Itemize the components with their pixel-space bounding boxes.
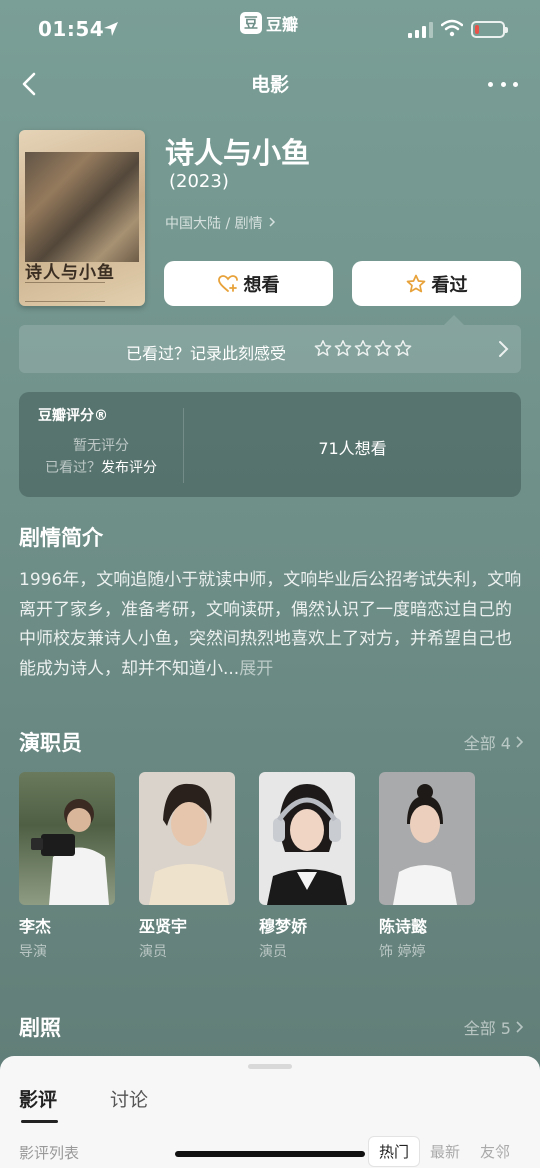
cast-photo	[19, 772, 115, 905]
douban-rating-card: 豆瓣评分® 暂无评分 已看过？发布评分 71人想看	[19, 392, 521, 497]
sheet-drag-handle[interactable]	[248, 1064, 292, 1069]
tab-indicator	[21, 1120, 58, 1123]
portrait-icon	[267, 784, 347, 905]
cast-member[interactable]: 巫贤宇 演员	[139, 772, 235, 961]
location-arrow-icon	[104, 22, 118, 36]
cast-photo	[379, 772, 475, 905]
wifi-icon	[441, 19, 463, 37]
watched-button[interactable]: 看过	[352, 261, 521, 306]
cast-name: 陈诗懿	[379, 917, 428, 936]
star-empty-icon[interactable]	[334, 339, 352, 357]
rate-prompt-text: 已看过？记录此刻感受	[126, 344, 287, 363]
sort-latest[interactable]: 最新	[420, 1137, 470, 1166]
rating-card-title: 豆瓣评分®	[38, 408, 108, 424]
stills-see-all-link[interactable]: 全部 5	[464, 1015, 524, 1039]
douban-logo-icon: 豆	[240, 12, 262, 34]
sort-hot[interactable]: 热门	[367, 1136, 420, 1167]
cast-member[interactable]: 陈诗懿 饰 婷婷	[379, 772, 475, 961]
movie-title: 诗人与小鱼	[165, 136, 311, 170]
cast-heading: 演职员	[19, 731, 82, 755]
nav-bar: 电影	[0, 60, 540, 108]
poster-photo	[25, 152, 139, 262]
cast-member[interactable]: 李杰 导演	[19, 772, 115, 961]
battery-icon	[471, 21, 508, 38]
star-empty-icon[interactable]	[354, 339, 372, 357]
battery-level	[475, 25, 479, 34]
portrait-icon	[393, 784, 457, 905]
star-empty-icon[interactable]	[394, 339, 412, 357]
star-empty-icon[interactable]	[374, 339, 392, 357]
want-to-watch-button[interactable]: 想看	[164, 261, 333, 306]
cast-role: 饰 婷婷	[379, 944, 426, 960]
tab-discussion[interactable]: 讨论	[110, 1085, 148, 1112]
publish-rating-link[interactable]: 发布评分	[101, 460, 157, 476]
heart-plus-icon	[217, 274, 238, 292]
cast-name: 李杰	[19, 917, 52, 936]
rate-prompt-bar[interactable]: 已看过？记录此刻感受	[19, 315, 521, 373]
tab-reviews[interactable]: 影评	[19, 1085, 57, 1112]
chevron-right-icon	[499, 341, 509, 357]
cast-see-all-link[interactable]: 全部 4	[464, 730, 524, 754]
poster-credits	[25, 282, 105, 302]
movie-meta-link[interactable]: 中国大陆 / 剧情	[165, 213, 277, 233]
cellular-signal-icon	[408, 22, 433, 38]
poster-title-text: 诗人与小鱼	[25, 263, 115, 283]
person-with-camera-icon	[31, 799, 109, 905]
more-options-icon[interactable]	[488, 72, 518, 96]
no-rating-text: 暂无评分	[73, 438, 129, 454]
review-list-label: 影评列表	[19, 1144, 80, 1162]
page-title: 电影	[250, 74, 289, 96]
home-indicator	[175, 1151, 365, 1157]
sort-selector[interactable]: 热门 最新 友邻	[367, 1136, 520, 1167]
status-bar: 01:54 豆 豆瓣	[0, 0, 540, 60]
cast-member[interactable]: 穆梦娇 演员	[259, 772, 355, 961]
sort-friends[interactable]: 友邻	[470, 1137, 520, 1166]
chevron-right-icon	[516, 736, 524, 748]
watched-label: 看过	[431, 274, 468, 296]
want-count: 71人想看	[318, 439, 387, 458]
synopsis-heading: 剧情简介	[19, 526, 103, 550]
expand-link[interactable]: 展开	[239, 659, 273, 679]
chevron-right-icon	[516, 1021, 524, 1033]
movie-poster[interactable]: 诗人与小鱼	[19, 130, 145, 306]
cast-photo	[259, 772, 355, 905]
star-rating-input[interactable]	[314, 339, 414, 357]
status-time: 01:54	[38, 17, 105, 41]
app-badge-label: 豆瓣	[266, 15, 299, 34]
star-empty-icon[interactable]	[314, 339, 332, 357]
app-badge[interactable]: 豆 豆瓣	[240, 11, 298, 35]
movie-year: (2023)	[169, 171, 229, 192]
movie-meta: 中国大陆 / 剧情	[165, 216, 263, 232]
cast-name: 巫贤宇	[139, 917, 188, 936]
cast-role: 演员	[259, 944, 287, 960]
cast-role: 导演	[19, 944, 47, 960]
publish-rating-prompt[interactable]: 已看过？发布评分	[19, 457, 183, 477]
synopsis-text: 1996年，文响追随小于就读中师，文响毕业后公招考试失利，文响离开了家乡，准备考…	[19, 566, 524, 684]
cast-name: 穆梦娇	[259, 917, 308, 936]
want-to-watch-label: 想看	[243, 274, 280, 296]
portrait-icon	[149, 783, 229, 905]
star-outline-icon	[406, 274, 425, 293]
stills-heading: 剧照	[19, 1016, 61, 1040]
chevron-right-icon	[269, 217, 276, 227]
cast-photo	[139, 772, 235, 905]
cast-role: 演员	[139, 944, 167, 960]
